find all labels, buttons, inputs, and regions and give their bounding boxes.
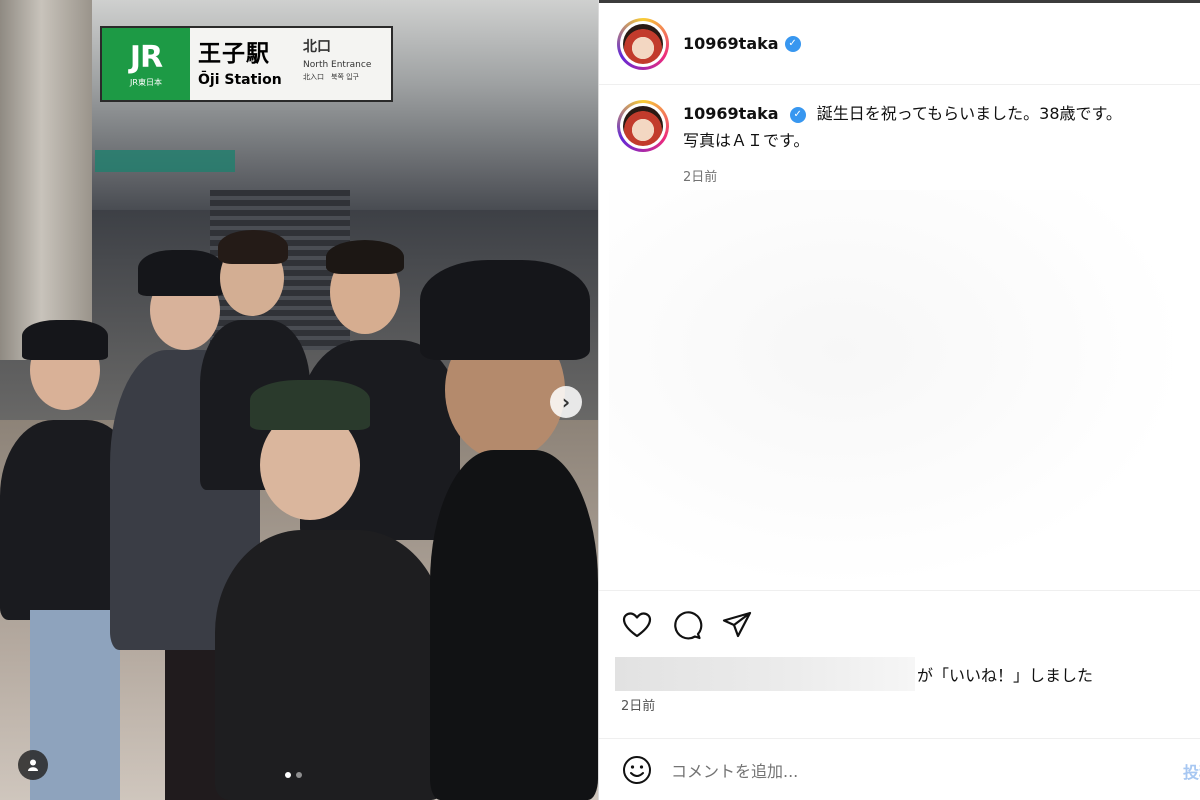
caption-text: 10969taka ✓ 誕生日を祝ってもらいました。38歳です。 写真はＡＩです… bbox=[683, 100, 1122, 191]
post-caption: 10969taka ✓ 誕生日を祝ってもらいました。38歳です。 写真はＡＩです… bbox=[617, 100, 1187, 191]
caption-timestamp: 2日前 bbox=[683, 170, 718, 185]
station-exit-en: North Entrance bbox=[303, 60, 372, 70]
avatar-image bbox=[623, 106, 663, 146]
liked-by-blurred-name bbox=[615, 657, 915, 691]
post-actions: が「いいね！」しました 2日前 コメントを追加... 投稿 bbox=[599, 590, 1200, 800]
verified-badge-icon: ✓ bbox=[789, 106, 806, 123]
station-name-ja: 王子駅 bbox=[198, 41, 270, 67]
caption-line-1: 誕生日を祝ってもらいました。38歳です。 bbox=[816, 104, 1122, 123]
group-of-people bbox=[0, 220, 598, 800]
author-username[interactable]: 10969taka bbox=[683, 34, 779, 53]
liked-by-text: が「いいね！」しました bbox=[917, 666, 1094, 685]
liked-by-line[interactable]: が「いいね！」しました bbox=[615, 657, 1093, 691]
station-name-en: Ōji Station bbox=[198, 72, 282, 88]
carousel-dots bbox=[285, 772, 302, 778]
carousel-dot-1[interactable] bbox=[285, 772, 291, 778]
carousel-next-button[interactable]: › bbox=[550, 386, 582, 418]
comment-bar: コメントを追加... 投稿 bbox=[599, 738, 1200, 800]
station-exit-ja: 北口 bbox=[303, 39, 331, 55]
carousel-dot-2[interactable] bbox=[296, 772, 302, 778]
post-header: 10969taka ✓ bbox=[599, 3, 1200, 85]
station-name: 王子駅 Ōji Station bbox=[190, 28, 299, 100]
station-exit-multilingual: 北入口 북쪽 입구 bbox=[303, 73, 359, 81]
post-photo[interactable]: JR JR東日本 王子駅 Ōji Station 北口 North Entran… bbox=[0, 0, 598, 800]
author-avatar[interactable] bbox=[617, 17, 669, 70]
user-icon bbox=[28, 759, 38, 771]
jr-logo-sub: JR東日本 bbox=[130, 78, 162, 87]
comment-input[interactable]: コメントを追加... bbox=[671, 758, 1151, 782]
caption-username[interactable]: 10969taka bbox=[683, 104, 779, 123]
person-6 bbox=[420, 260, 598, 800]
post-side-panel: 10969taka ✓ 10969taka ✓ 誕生日を祝ってもらいました。38… bbox=[598, 0, 1200, 800]
post-comment-button[interactable]: 投稿 bbox=[1183, 759, 1200, 783]
caption-avatar[interactable] bbox=[617, 100, 669, 152]
share-icon[interactable] bbox=[721, 609, 753, 641]
emoji-icon[interactable] bbox=[621, 754, 653, 786]
comment-icon[interactable] bbox=[671, 609, 703, 641]
station-sign: JR JR東日本 王子駅 Ōji Station 北口 North Entran… bbox=[100, 26, 393, 102]
verified-badge-icon: ✓ bbox=[784, 35, 801, 52]
likes-timestamp: 2日前 bbox=[621, 699, 656, 714]
tagged-users-button[interactable] bbox=[18, 750, 48, 780]
station-green-roof bbox=[95, 150, 235, 172]
caption-line-2: 写真はＡＩです。 bbox=[683, 131, 810, 150]
station-exit: 北口 North Entrance 北入口 북쪽 입구 bbox=[299, 28, 391, 100]
person-5 bbox=[215, 380, 445, 800]
action-icon-row bbox=[621, 609, 753, 641]
blurred-comments-area bbox=[609, 190, 1189, 590]
avatar-image bbox=[623, 23, 663, 64]
heart-icon[interactable] bbox=[621, 609, 653, 641]
jr-logo: JR JR東日本 bbox=[102, 28, 190, 100]
jr-logo-mark: JR bbox=[129, 40, 163, 75]
